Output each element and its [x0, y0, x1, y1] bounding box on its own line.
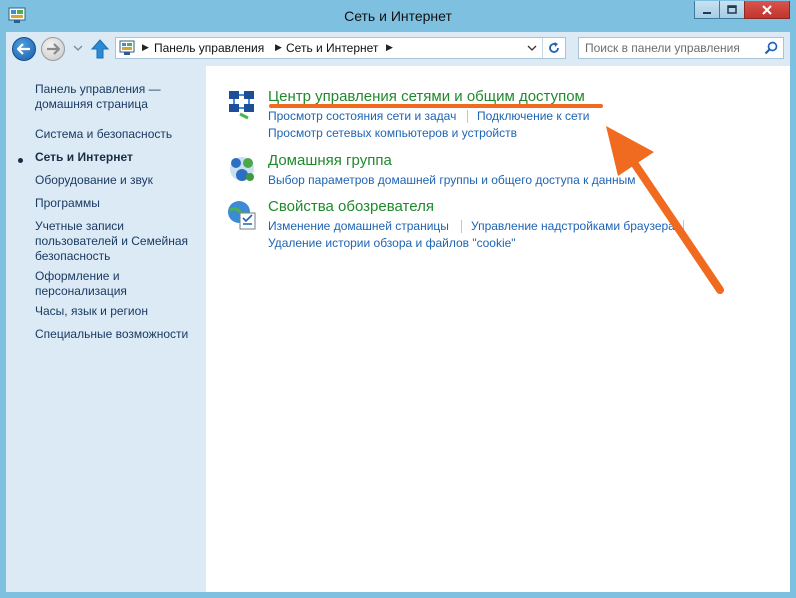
chevron-right-icon[interactable]: ▶	[275, 42, 283, 52]
current-item-bullet	[18, 158, 23, 163]
close-button[interactable]	[744, 1, 790, 19]
breadcrumb-network-internet[interactable]: Сеть и Интернет	[286, 41, 378, 55]
maximize-icon	[727, 4, 737, 14]
refresh-icon	[549, 42, 559, 53]
sidebar-item-user-accounts[interactable]: Учетные записи пользователей и Семейная …	[35, 219, 205, 264]
navigation-bar: ▶ Панель управления ▶ Сеть и Интернет ▶	[6, 32, 790, 66]
minimize-button[interactable]	[694, 1, 720, 19]
arrow-left-icon	[17, 43, 30, 55]
link-view-network-computers[interactable]: Просмотр сетевых компьютеров и устройств	[268, 126, 517, 140]
forward-button[interactable]	[41, 37, 65, 61]
search-icon[interactable]	[764, 41, 778, 55]
back-button[interactable]	[12, 37, 36, 61]
search-input[interactable]	[585, 40, 755, 56]
link-separator	[461, 220, 462, 233]
internet-options-icon	[228, 201, 256, 230]
window-controls	[694, 1, 790, 21]
sidebar-item-system-security[interactable]: Система и безопасность	[35, 127, 205, 142]
title-bar[interactable]: Сеть и Интернет	[0, 0, 796, 32]
chevron-down-icon	[527, 45, 537, 51]
sidebar-item-accessibility[interactable]: Специальные возможности	[35, 327, 205, 342]
maximize-button[interactable]	[719, 1, 745, 19]
window-title: Сеть и Интернет	[344, 8, 452, 24]
sidebar-item-clock-language[interactable]: Часы, язык и регион	[35, 304, 205, 319]
search-box[interactable]	[578, 37, 784, 59]
category-title-network-center[interactable]: Центр управления сетями и общим доступом	[268, 88, 585, 105]
link-change-home-page[interactable]: Изменение домашней страницы	[268, 219, 449, 233]
category-title-homegroup[interactable]: Домашняя группа	[268, 152, 392, 169]
recent-pages-dropdown-icon[interactable]	[73, 43, 83, 53]
link-view-network-status[interactable]: Просмотр состояния сети и задач	[268, 109, 456, 123]
network-center-icon	[229, 91, 254, 120]
sidebar-item-programs[interactable]: Программы	[35, 196, 205, 211]
sidebar-item-hardware-sound[interactable]: Оборудование и звук	[35, 173, 205, 188]
sidebar: Панель управления — домашняя страница Си…	[6, 66, 206, 592]
chevron-right-icon[interactable]: ▶	[142, 42, 150, 52]
control-panel-window: Сеть и Интернет ▶ Панель управления ▶ Се…	[0, 0, 796, 598]
control-panel-icon	[119, 40, 135, 55]
sidebar-item-appearance[interactable]: Оформление и персонализация	[35, 269, 205, 299]
window-bottom-border	[6, 592, 790, 598]
link-homegroup-settings[interactable]: Выбор параметров домашней группы и общег…	[268, 173, 636, 187]
sidebar-item-network-internet[interactable]: Сеть и Интернет	[35, 150, 205, 165]
address-bar[interactable]: ▶ Панель управления ▶ Сеть и Интернет ▶	[115, 37, 566, 59]
link-delete-browsing-history[interactable]: Удаление истории обзора и файлов "cookie…	[268, 236, 516, 250]
up-arrow-icon[interactable]	[91, 39, 109, 59]
sidebar-item-home[interactable]: Панель управления — домашняя страница	[35, 82, 205, 112]
homegroup-icon	[230, 157, 254, 181]
minimize-icon	[703, 11, 711, 14]
arrow-right-icon	[47, 43, 60, 55]
chevron-right-icon[interactable]: ▶	[386, 42, 394, 52]
close-icon	[762, 4, 772, 15]
annotation-arrow-icon	[606, 126, 724, 294]
refresh-button[interactable]	[542, 38, 565, 58]
annotation-underline	[269, 104, 603, 108]
category-title-internet-options[interactable]: Свойства обозревателя	[268, 198, 434, 215]
breadcrumb-control-panel[interactable]: Панель управления	[154, 41, 264, 55]
link-connect-to-network[interactable]: Подключение к сети	[477, 109, 589, 123]
address-dropdown[interactable]	[523, 39, 541, 57]
link-separator	[467, 110, 468, 123]
